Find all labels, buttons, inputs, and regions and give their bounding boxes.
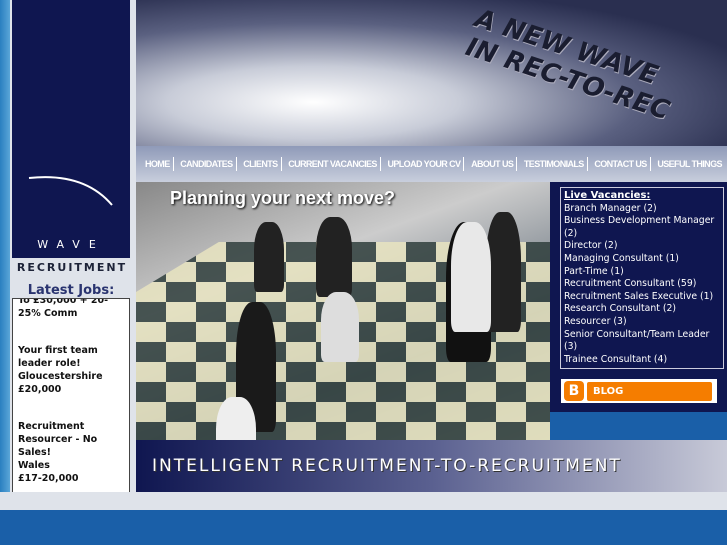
logo-wave-text: WAVE	[37, 238, 105, 251]
job-line: £20,000	[18, 384, 62, 395]
chess-piece-icon	[254, 222, 284, 292]
logo-recruitment-text: RECRUITMENT	[16, 261, 128, 274]
chess-piece-icon	[316, 217, 352, 297]
vacancy-link[interactable]: Recruitment Consultant (59)	[564, 278, 720, 291]
nav-useful-things[interactable]: USEFUL THINGS	[654, 157, 725, 171]
logo[interactable]	[12, 0, 130, 258]
job-line: Recruitment Resourcer - No Sales!	[18, 421, 98, 458]
banner-footer-text: INTELLIGENT RECRUITMENT-TO-RECRUITMENT	[152, 456, 622, 476]
latest-jobs-title: Latest Jobs:	[27, 283, 115, 298]
chess-piece-icon	[321, 292, 359, 362]
left-strip	[0, 0, 10, 510]
job-line: Gloucestershire	[18, 371, 103, 382]
blog-button[interactable]: B BLOG	[561, 379, 717, 403]
nav-upload-cv[interactable]: UPLOAD YOUR CV	[384, 157, 465, 171]
vacancy-link[interactable]: Part-Time (1)	[564, 266, 720, 279]
vacancy-link[interactable]: Resourcer (3)	[564, 316, 720, 329]
job-item[interactable]: Recruitment Resourcer - No Sales! Wales …	[13, 420, 129, 485]
job-item[interactable]: To £30,000 + 20-25% Comm	[13, 298, 129, 320]
logo-swoosh-icon	[28, 176, 113, 206]
job-line: Wales	[18, 460, 50, 471]
job-line: £17-20,000	[18, 473, 79, 484]
live-vacancies-box: Live Vacancies: Branch Manager (2) Busin…	[560, 187, 724, 370]
header-tagline: A NEW WAVE IN REC-TO-REC	[462, 4, 682, 127]
live-vacancies-title[interactable]: Live Vacancies:	[564, 190, 720, 203]
blog-label: BLOG	[587, 381, 712, 401]
vacancy-link[interactable]: Research Consultant (2)	[564, 303, 720, 316]
nav-testimonials[interactable]: TESTIMONIALS	[521, 157, 588, 171]
vacancy-link[interactable]: Business Development Manager (2)	[564, 215, 720, 240]
main-nav: HOME CANDIDATES CLIENTS CURRENT VACANCIE…	[136, 146, 727, 182]
nav-clients[interactable]: CLIENTS	[240, 157, 282, 171]
nav-about-us[interactable]: ABOUT US	[468, 157, 518, 171]
banner-headline: Planning your next move?	[170, 188, 396, 208]
latest-jobs-ticker[interactable]: To £30,000 + 20-25% Comm Your first team…	[12, 298, 130, 494]
vacancy-link[interactable]: Senior Consultant/Team Leader (3)	[564, 329, 720, 354]
vacancy-link[interactable]: Recruitment Sales Executive (1)	[564, 291, 720, 304]
nav-contact-us[interactable]: CONTACT US	[591, 157, 651, 171]
header-banner: A NEW WAVE IN REC-TO-REC	[136, 0, 727, 146]
footer-strip	[0, 492, 727, 510]
vacancy-link[interactable]: Trainee Consultant (4)	[564, 354, 720, 367]
nav-home[interactable]: HOME	[142, 157, 174, 171]
nav-current-vacancies[interactable]: CURRENT VACANCIES	[285, 157, 381, 171]
job-item[interactable]: Your first team leader role! Gloucesters…	[13, 344, 129, 396]
job-line: Your first team leader role!	[18, 345, 98, 369]
job-line: To £30,000 + 20-25% Comm	[18, 298, 109, 319]
blogger-icon: B	[564, 381, 584, 401]
vacancy-link[interactable]: Managing Consultant (1)	[564, 253, 720, 266]
chess-piece-icon	[486, 212, 521, 332]
vacancy-link[interactable]: Branch Manager (2)	[564, 203, 720, 216]
vacancy-link[interactable]: Director (2)	[564, 240, 720, 253]
chess-piece-icon	[451, 222, 491, 332]
nav-candidates[interactable]: CANDIDATES	[177, 157, 237, 171]
